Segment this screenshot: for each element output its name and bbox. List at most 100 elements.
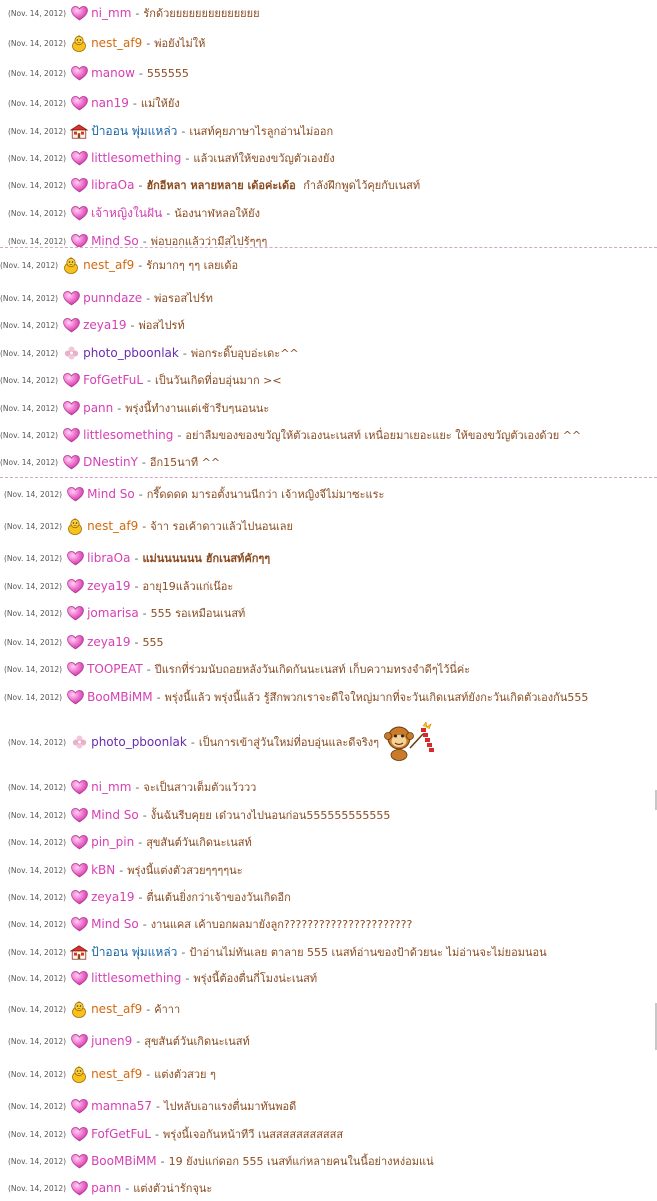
username-link-dnestiny[interactable]: DNestinY [83,455,138,469]
separator: - [142,519,147,533]
shout-date: (Nov. 14, 2012) [8,153,67,163]
heart-icon [70,807,88,823]
username-link-ni-mm[interactable]: ni_mm [91,6,131,20]
username-link-user[interactable]: ป้าออน พุ่มแหล่ว [91,943,177,962]
shout-row: (Nov. 14, 2012) ป้าออน พุ่มแหล่ว - ป้าอ่านไ… [0,939,657,965]
username-link-mind-so[interactable]: Mind So [87,487,135,501]
username-link-pin-pin[interactable]: pin_pin [91,835,134,849]
username-link-libraoa[interactable]: libraOa [87,551,130,565]
username-link-junen9[interactable]: junen9 [91,1034,132,1048]
shout-message-text: อายุ19แล้วแก่เน๊อะ [142,580,234,593]
username-link-mamna57[interactable]: mamna57 [91,1099,152,1113]
shout-date: (Nov. 14, 2012) [4,637,63,647]
separator: - [185,151,190,165]
username-link-photo-pboonlak[interactable]: photo_pboonlak [83,346,179,360]
shout-row: (Nov. 14, 2012) zeya19- อายุ19แล้วแก่เน๊อะ [0,573,657,599]
shout-date: (Nov. 14, 2012) [8,1129,67,1139]
username-link-jomarisa[interactable]: jomarisa [87,606,139,620]
username-link-nest-af9[interactable]: nest_af9 [91,1002,142,1016]
username-link-kbn[interactable]: kBN [91,863,115,877]
shout-message-text: พ่อรอสไปร์ท [154,292,213,305]
username-link-toopeat[interactable]: TOOPEAT [87,662,143,676]
shout-message-text: ปีแรกที่ร่วมนับถอยหลังวันเกิดกันนะเนสท์ … [154,663,471,676]
shout-date: (Nov. 14, 2012) [8,1101,67,1111]
username-link-manow[interactable]: manow [91,66,135,80]
shout-message: 555 [142,636,163,649]
shout-date: (Nov. 14, 2012) [8,782,67,792]
shout-date: (Nov. 14, 2012) [0,293,59,303]
username-link-fofgetful[interactable]: FofGetFuL [91,1127,151,1141]
separator: - [166,206,171,220]
username-link-nest-af9[interactable]: nest_af9 [83,258,134,272]
shout-row: (Nov. 14, 2012) junen9- สุขสันต์วันเกิดนะเ… [0,1028,657,1054]
username-link-zeya19[interactable]: zeya19 [83,318,126,332]
heart-icon [62,427,80,443]
shout-message-text: ตื่นเต้นยิ่งกว่าเจ้าของวันเกิดอีก [146,891,291,904]
shout-message: เป็นวันเกิดที่อบอุ่นมาก >< [155,371,282,389]
shout-message: พรุ่งนี้แล้ว พรุ่งนี้แล้ว รู้สึกพวกเราจะ… [165,688,589,706]
heart-icon [70,65,88,81]
username-link-nest-af9[interactable]: nest_af9 [91,1067,142,1081]
separator: - [181,124,186,138]
username-link-nest-af9[interactable]: nest_af9 [87,519,138,533]
username-link-littlesomething[interactable]: littlesomething [83,428,173,442]
username-link-zeya19[interactable]: zeya19 [87,635,130,649]
separator: - [132,96,137,110]
username-link-littlesomething[interactable]: littlesomething [91,151,181,165]
shout-row: (Nov. 14, 2012) libraOa - ฮักอีหลา หลายหลาย… [0,172,657,198]
username-link-boombimm[interactable]: BooMBiMM [87,690,153,704]
username-link-mind-so[interactable]: Mind So [91,917,139,931]
heart-icon [70,177,88,193]
username-link-photo-pboonlak[interactable]: photo_pboonlak [91,735,187,749]
shout-message-bold: ฮักอีหลา หลายหลาย เด้อค่ะเด้อ [146,179,296,192]
shout-message: แม่ให้ยัง [141,94,180,112]
shoutbox-panel-4: (Nov. 14, 2012) photo_pboonlak - เป็นการเข้… [0,710,657,1201]
shout-date: (Nov. 14, 2012) [8,1156,67,1166]
heart-icon [62,400,80,416]
shout-row: (Nov. 14, 2012) ni_mm - รักด้วยยยยยยยยยยยยย… [0,0,657,26]
username-link-mind-so[interactable]: Mind So [91,234,139,247]
shout-row: (Nov. 14, 2012) nest_af9- รักมากๆ ๆๆ เลยเด… [0,252,657,278]
username-link-libraoa[interactable]: libraOa [91,178,134,192]
username-link-boombimm[interactable]: BooMBiMM [91,1154,157,1168]
shout-date: (Nov. 14, 2012) [8,892,67,902]
separator: - [177,428,182,442]
shout-date: (Nov. 14, 2012) [8,810,67,820]
separator: - [138,66,143,80]
separator: - [136,1034,141,1048]
username-link-zeya19[interactable]: zeya19 [87,579,130,593]
shout-message-text: พ่อบอกแล้วว่ามีสไปร้ๆๆๆ [150,235,268,247]
username-link-zeya19[interactable]: zeya19 [91,890,134,904]
shout-date: (Nov. 14, 2012) [8,837,67,847]
username-link-fofgetful[interactable]: FofGetFuL [83,373,143,387]
separator: - [138,487,143,501]
shout-message-text: รักมากๆ ๆๆ เลยเด้อ [146,259,239,272]
username-link-ni-mm[interactable]: ni_mm [91,780,131,794]
username-link-nest-af9[interactable]: nest_af9 [91,36,142,50]
heart-icon [66,550,84,566]
separator: - [117,401,122,415]
shout-message: เป็นการเข้าสู่วันใหม่ที่อบอุ่นและดีจริงๆ [199,733,379,751]
shout-message: ปีแรกที่ร่วมนับถอยหลังวันเกิดกันนะเนสท์ … [155,660,470,678]
shout-row: (Nov. 14, 2012) zeya19- ตื่นเต้นยิ่งกว่าเจ… [0,884,657,910]
username-link-littlesomething[interactable]: littlesomething [91,971,181,985]
username-link-nan19[interactable]: nan19 [91,96,129,110]
separator: - [147,373,152,387]
username-link-user[interactable]: เจ้าหญิงในฝัน [91,204,162,223]
separator: - [146,1067,151,1081]
shout-message: กรี๊ดดดด มารอตั้งนานนีกว่า เจ้าหญิงจีไม่… [147,485,385,503]
shout-message-text: พ่อสไปรท์ [138,319,185,332]
username-link-mind-so[interactable]: Mind So [91,808,139,822]
username-link-pann[interactable]: pann [83,401,113,415]
flower-icon [62,345,80,361]
shout-message-text: พรุ่งนี้แล้ว พรุ่งนี้แล้ว รู้สึกพวกเราจะ… [164,691,589,704]
shout-message: อีก15นาที ^^ [150,453,220,471]
username-link-pann[interactable]: pann [91,1181,121,1195]
username-link-punndaze[interactable]: punndaze [83,291,142,305]
shout-row: (Nov. 14, 2012) nest_af9- จ้าา รอเค้าดาวแล… [0,513,657,539]
separator: - [190,735,195,749]
shout-message-text: จ้าา รอเค้าดาวแล้วไปนอนเลย [150,520,293,533]
shout-date: (Nov. 14, 2012) [0,403,59,413]
shout-row: (Nov. 14, 2012) nan19- แม่ให้ยัง [0,90,657,116]
username-link-user[interactable]: ป้าออน พุ่มแหล่ว [91,122,177,141]
